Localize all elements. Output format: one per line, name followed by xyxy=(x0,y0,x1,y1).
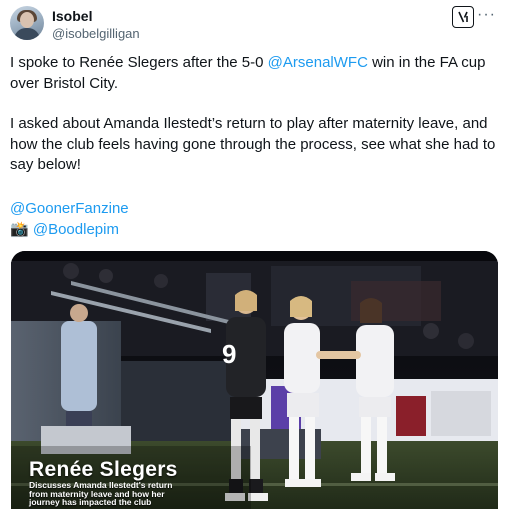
mention-boodlepim[interactable]: @Boodlepim xyxy=(33,221,119,238)
grok-icon[interactable] xyxy=(452,6,474,28)
tweet-header: Isobel @isobelgilligan ··· xyxy=(10,6,500,44)
overlay-title: Renée Slegers xyxy=(29,458,178,481)
overlay-subtitle: Discusses Amanda Ilestedt's return from … xyxy=(29,481,229,507)
tweet-body: I spoke to Renée Slegers after the 5-0 @… xyxy=(10,53,502,176)
avatar[interactable] xyxy=(10,6,44,40)
tweet-credits: @GoonerFanzine 📸 @Boodlepim xyxy=(10,198,129,240)
more-options-icon[interactable]: ··· xyxy=(477,6,496,24)
tweet-paragraph-1: I spoke to Renée Slegers after the 5-0 @… xyxy=(10,53,502,94)
tweet-text-part: I spoke to Renée Slegers after the 5-0 xyxy=(10,54,268,71)
tweet-media-image[interactable]: 9 Renée Slegers Discusses Amanda Ilested… xyxy=(11,251,498,509)
shirt-number: 9 xyxy=(222,339,236,369)
overlay-subtitle-line: journey has impacted the club xyxy=(29,497,152,507)
author-name[interactable]: Isobel xyxy=(52,8,92,24)
tweet-paragraph-2: I asked about Amanda Ilestedt’s return t… xyxy=(10,115,496,173)
author-handle[interactable]: @isobelgilligan xyxy=(52,26,140,41)
mention-arsenalwfc[interactable]: @ArsenalWFC xyxy=(268,54,368,71)
camera-icon: 📸 xyxy=(10,221,29,238)
mention-goonerfanzine[interactable]: @GoonerFanzine xyxy=(10,200,129,217)
